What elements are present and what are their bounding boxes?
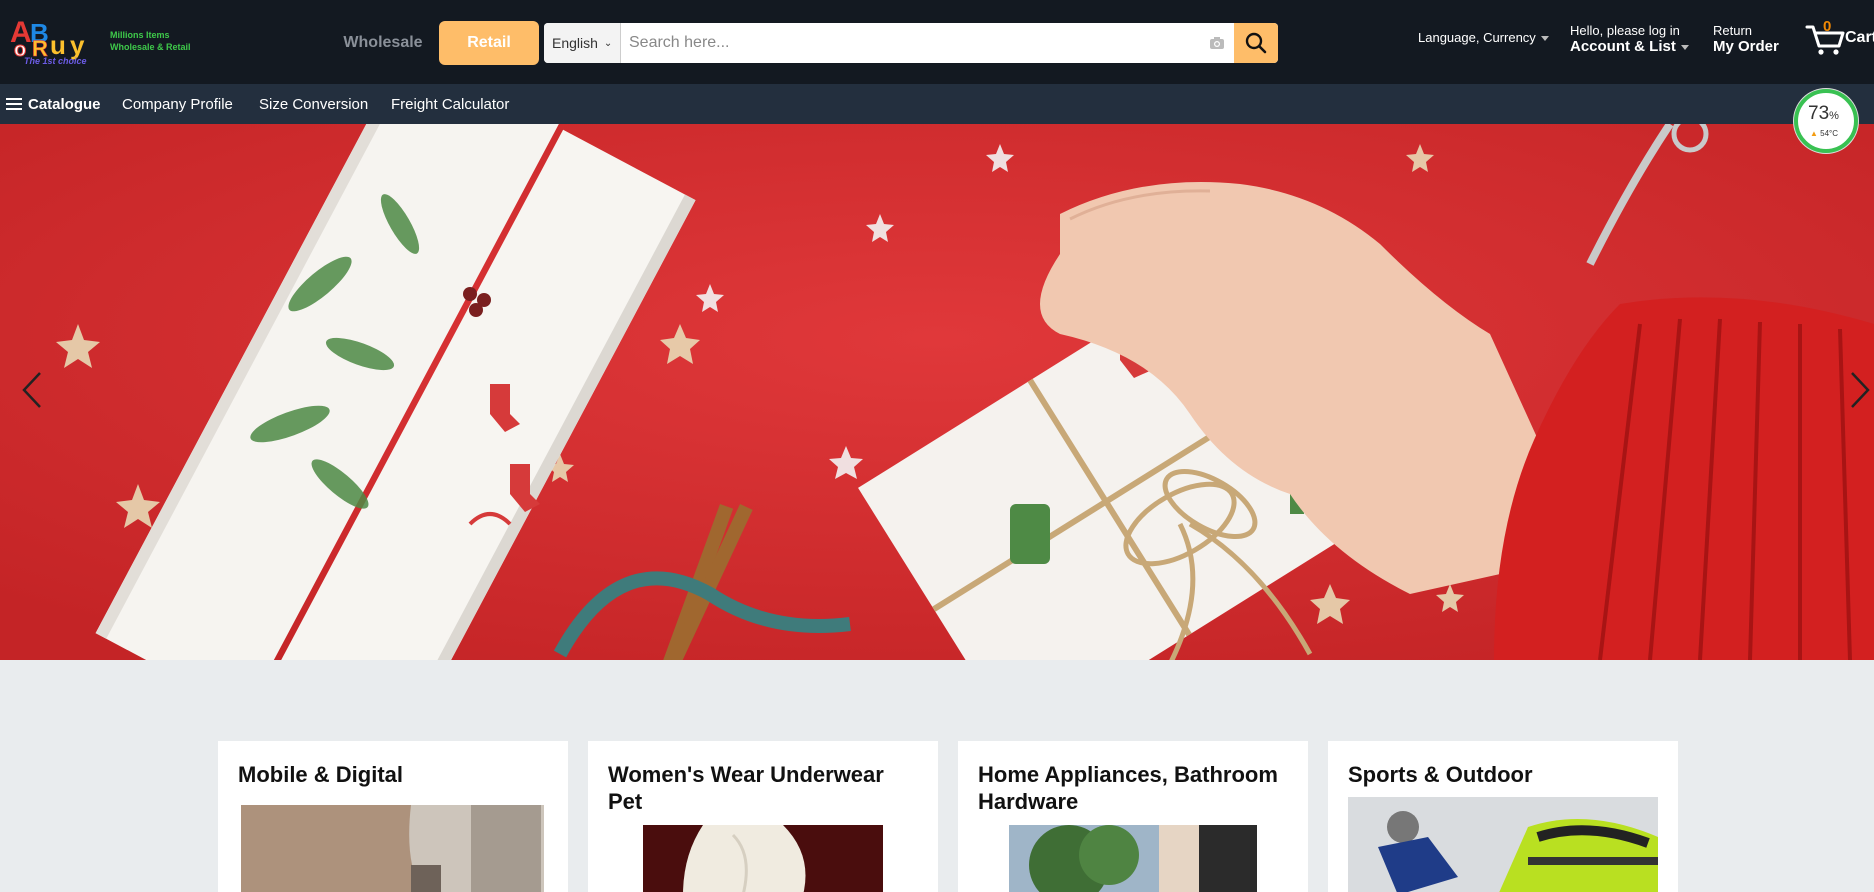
- wholesale-mode-button[interactable]: Wholesale: [330, 22, 436, 64]
- logo-tagline-2: Wholesale & Retail: [110, 42, 191, 52]
- flame-icon: ▲: [1810, 129, 1818, 138]
- account-greeting: Hello, please log in: [1570, 23, 1680, 38]
- my-order-link[interactable]: Return My Order: [1713, 23, 1779, 55]
- category-nav: Catalogue Company Profile Size Conversio…: [0, 84, 1874, 124]
- search-language-value: English: [552, 35, 598, 51]
- top-header: A B o R u y Millions Items Wholesale & R…: [0, 0, 1874, 84]
- logo-tagline-1: Millions Items: [110, 30, 170, 40]
- hamburger-icon: [6, 98, 22, 110]
- language-currency-menu[interactable]: Language, Currency: [1418, 30, 1549, 45]
- cart-label: Cart: [1845, 29, 1874, 46]
- search-icon: [1245, 32, 1267, 54]
- category-title: Mobile & Digital: [238, 762, 403, 787]
- banner-image: [0, 124, 1874, 660]
- search-button[interactable]: [1234, 23, 1278, 63]
- catalogue-menu[interactable]: Catalogue: [6, 84, 101, 124]
- chevron-down-icon: ⌄: [603, 37, 613, 49]
- category-card-sports-outdoor[interactable]: Sports & Outdoor: [1328, 741, 1678, 892]
- language-currency-label: Language, Currency: [1418, 30, 1536, 45]
- category-image: [643, 825, 883, 892]
- banner-next-button[interactable]: [1846, 369, 1874, 411]
- category-card-mobile-digital[interactable]: Mobile & Digital: [218, 741, 568, 892]
- search-bar: English ⌄: [544, 23, 1278, 63]
- hero-banner[interactable]: [0, 124, 1874, 660]
- account-menu[interactable]: Hello, please log in Account & List: [1570, 23, 1689, 55]
- category-card-home-appliances[interactable]: Home Appliances, Bathroom Hardware: [958, 741, 1308, 892]
- category-image: [241, 805, 544, 892]
- category-card-womens-wear[interactable]: Women's Wear Underwear Pet: [588, 741, 938, 892]
- catalogue-label: Catalogue: [28, 95, 101, 113]
- banner-prev-button[interactable]: [18, 369, 48, 411]
- gauge-percent: 73%: [1808, 103, 1839, 124]
- chevron-right-icon: [1851, 372, 1870, 408]
- category-title: Women's Wear Underwear Pet: [608, 762, 884, 814]
- gauge-temperature: ▲ 54°C: [1810, 129, 1839, 138]
- category-image: [1009, 825, 1257, 892]
- category-image: [1348, 797, 1658, 892]
- nav-company-profile[interactable]: Company Profile: [122, 84, 233, 124]
- cart-button[interactable]: 0 Cart: [1805, 18, 1874, 58]
- caret-down-icon: [1540, 36, 1549, 42]
- caret-down-icon: [1680, 44, 1689, 50]
- camera-icon[interactable]: [1200, 23, 1234, 63]
- nav-size-conversion[interactable]: Size Conversion: [259, 84, 368, 124]
- performance-gauge[interactable]: 73% ▲ 54°C: [1794, 89, 1858, 153]
- nav-freight-calculator[interactable]: Freight Calculator: [391, 84, 509, 124]
- retail-mode-button[interactable]: Retail: [439, 21, 539, 65]
- return-label: Return: [1713, 23, 1753, 38]
- chevron-left-icon: [22, 372, 41, 408]
- category-title: Home Appliances, Bathroom Hardware: [978, 762, 1278, 814]
- search-input[interactable]: [621, 23, 1200, 63]
- cart-count: 0: [1823, 18, 1832, 35]
- site-logo[interactable]: A B o R u y Millions Items Wholesale & R…: [10, 14, 200, 70]
- category-title: Sports & Outdoor: [1348, 762, 1533, 787]
- account-list-label: Account & List: [1570, 38, 1689, 55]
- my-order-label: My Order: [1713, 38, 1779, 55]
- logo-subtitle: The 1st choice: [24, 56, 87, 66]
- search-language-select[interactable]: English ⌄: [544, 23, 621, 63]
